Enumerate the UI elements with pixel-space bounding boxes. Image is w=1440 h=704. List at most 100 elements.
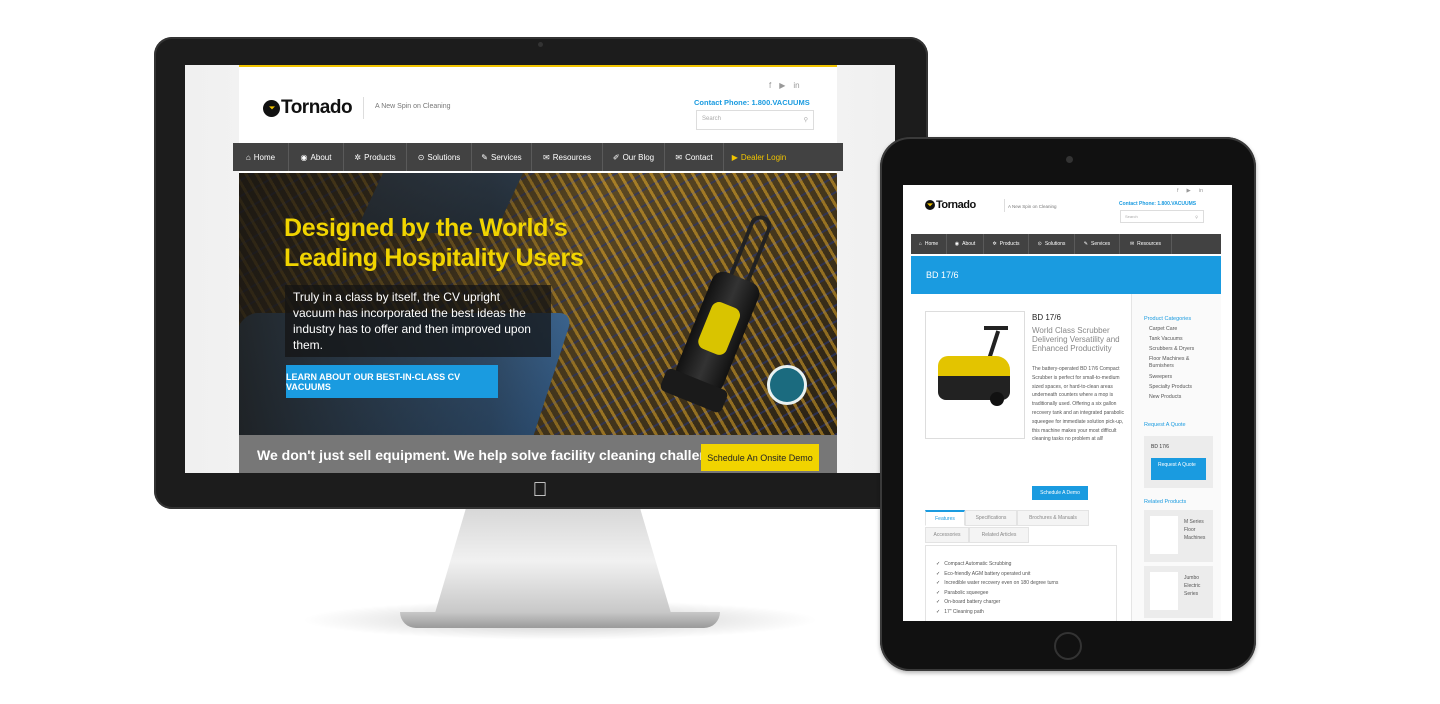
home-icon: ⌂ bbox=[918, 241, 922, 247]
nav-item-resources[interactable]: ✉ Resources bbox=[532, 143, 603, 171]
logo-text: Tornado bbox=[936, 199, 976, 211]
list-item: ✓ Incredible water recovery even on 180 d… bbox=[936, 579, 1116, 589]
category-sweepers[interactable]: Sweepers bbox=[1149, 374, 1172, 381]
nav-item-products[interactable]: ✲ Products bbox=[984, 234, 1029, 254]
header-divider bbox=[1004, 199, 1005, 212]
nav-item-about[interactable]: ◉ About bbox=[289, 143, 344, 171]
nav-item-dealer-login[interactable]: ▶ Dealer Login bbox=[724, 143, 794, 171]
related-product-card[interactable]: M Series Floor Machines bbox=[1144, 510, 1213, 562]
category-specialty-products[interactable]: Specialty Products bbox=[1149, 384, 1192, 391]
tab-features[interactable]: Features bbox=[925, 510, 965, 526]
product-main: BD 17/6 World Class Scrubber Delivering … bbox=[911, 294, 1131, 621]
related-product-title: Jumbo Electric Series bbox=[1184, 575, 1201, 597]
site-logo[interactable]: Tornado bbox=[263, 97, 353, 119]
facebook-icon[interactable]: f bbox=[1177, 188, 1179, 194]
hero-banner: Designed by the World’s Leading Hospital… bbox=[239, 173, 837, 435]
logo-text: Tornado bbox=[281, 97, 353, 118]
feature-text: On-board battery charger bbox=[944, 599, 1001, 606]
site-tagline: A New Spin on Cleaning bbox=[375, 103, 451, 110]
nav-item-services[interactable]: ✎ Services bbox=[472, 143, 532, 171]
related-product-image bbox=[1150, 516, 1178, 554]
desktop-website: Tornado A New Spin on Cleaning f ▶ in Cont… bbox=[233, 65, 843, 473]
nav-item-resources[interactable]: ✉ Resources bbox=[1120, 234, 1172, 254]
wrench-icon: ✎ bbox=[481, 152, 488, 162]
nav-label: Our Blog bbox=[622, 152, 655, 162]
tornado-logo-icon bbox=[925, 200, 935, 210]
ipad-screen: Tornado A New Spin on Cleaning f ▶ in Cont… bbox=[903, 185, 1232, 621]
envelope-icon: ✉ bbox=[675, 152, 683, 162]
site-logo[interactable]: Tornado bbox=[925, 199, 976, 211]
category-burnishers[interactable]: Burnishers bbox=[1149, 363, 1174, 370]
search-icon[interactable]: ⚲ bbox=[1195, 214, 1198, 219]
contact-phone[interactable]: Contact Phone: 1.800.VACUUMS bbox=[694, 98, 810, 107]
category-new-products[interactable]: New Products bbox=[1149, 394, 1181, 401]
schedule-onsite-demo-button[interactable]: Schedule An Onsite Demo bbox=[701, 444, 819, 471]
nav-label: Dealer Login bbox=[740, 152, 787, 162]
tab-related-articles[interactable]: Related Articles bbox=[969, 527, 1029, 543]
nav-label: Home bbox=[253, 152, 276, 162]
category-tank-vacuums[interactable]: Tank Vacuums bbox=[1149, 336, 1183, 343]
learn-cv-vacuums-button[interactable]: LEARN ABOUT OUR BEST-IN-CLASS CV VACUUMS bbox=[286, 365, 498, 398]
linkedin-icon[interactable]: in bbox=[793, 81, 799, 90]
leaf-icon: ✉ bbox=[543, 152, 550, 162]
check-icon: ✓ bbox=[936, 589, 941, 596]
social-links: f ▶ in bbox=[761, 81, 800, 90]
facebook-icon[interactable]: f bbox=[769, 81, 771, 90]
list-item: ✓ Compact Automatic Scrubbing bbox=[936, 560, 1116, 570]
search-placeholder: Search bbox=[1125, 214, 1138, 219]
nav-label: About bbox=[962, 241, 976, 247]
list-item: ✓ 17" Cleaning path bbox=[936, 608, 1116, 618]
nav-item-contact[interactable]: ✉ Contact bbox=[665, 143, 724, 171]
imac-base bbox=[400, 612, 720, 628]
youtube-icon[interactable]: ▶ bbox=[779, 81, 785, 90]
imac-camera bbox=[538, 42, 543, 47]
nav-item-solutions[interactable]: ⊙ Solutions bbox=[407, 143, 472, 171]
nav-label: Products bbox=[999, 241, 1020, 247]
feature-text: Incredible water recovery even on 180 de… bbox=[944, 580, 1059, 587]
nav-label: Home bbox=[924, 241, 939, 247]
nav-item-services[interactable]: ✎ Services bbox=[1075, 234, 1120, 254]
features-panel: ✓ Compact Automatic Scrubbing ✓ Eco-friend… bbox=[925, 545, 1117, 621]
nav-label: Resources bbox=[1137, 241, 1162, 247]
youtube-icon[interactable]: ▶ bbox=[1187, 188, 1191, 194]
pencil-icon: ✐ bbox=[612, 152, 620, 162]
page-title-banner: BD 17/6 bbox=[911, 256, 1221, 294]
contact-phone[interactable]: Contact Phone: 1.800.VACUUMS bbox=[1119, 201, 1196, 207]
nav-item-our-blog[interactable]: ✐ Our Blog bbox=[603, 143, 665, 171]
list-item: ✓ Eco-friendly AGM battery operated unit bbox=[936, 570, 1116, 580]
tab-brochures-manuals[interactable]: Brochures & Manuals bbox=[1017, 510, 1089, 526]
certification-seal-icon bbox=[767, 365, 807, 405]
nav-item-home[interactable]: ⌂ Home bbox=[911, 234, 947, 254]
ipad-home-button bbox=[1054, 632, 1082, 660]
search-input[interactable]: Search ⚲ bbox=[1120, 210, 1204, 223]
nav-item-about[interactable]: ◉ About bbox=[947, 234, 984, 254]
nav-item-products[interactable]: ✲ Products bbox=[344, 143, 407, 171]
site-tagline: A New Spin on Cleaning bbox=[1008, 204, 1057, 209]
home-icon: ⌂ bbox=[245, 152, 251, 162]
feature-text: Parabolic squeegee bbox=[944, 589, 989, 596]
gear-icon: ✲ bbox=[354, 152, 362, 162]
nav-item-solutions[interactable]: ⊙ Solutions bbox=[1029, 234, 1075, 254]
category-carpet-care[interactable]: Carpet Care bbox=[1149, 326, 1177, 333]
search-input[interactable]: Search ⚲ bbox=[696, 110, 814, 130]
nav-label: Services bbox=[491, 152, 522, 162]
leaf-icon: ✉ bbox=[1129, 241, 1135, 247]
list-item: ✓ Parabolic squeegee bbox=[936, 589, 1116, 599]
tornado-logo-icon bbox=[263, 99, 280, 117]
tab-accessories[interactable]: Accessories bbox=[925, 527, 969, 543]
related-product-title: M Series Floor Machines bbox=[1184, 519, 1206, 541]
request-quote-button[interactable]: Request A Quote bbox=[1151, 458, 1206, 480]
list-item: ✓ On-board battery charger bbox=[936, 598, 1116, 608]
product-description: The battery-operated BD 17/6 Compact Scr… bbox=[1032, 366, 1125, 443]
play-icon: ▶ bbox=[731, 152, 738, 162]
check-icon: ✓ bbox=[936, 599, 941, 606]
schedule-demo-button[interactable]: Schedule A Demo bbox=[1032, 486, 1088, 500]
cta-band-text: We don't just sell equipment. We help so… bbox=[257, 447, 736, 463]
product-subtitle: World Class Scrubber Delivering Versatil… bbox=[1032, 326, 1120, 353]
linkedin-icon[interactable]: in bbox=[1199, 188, 1203, 194]
tab-specifications[interactable]: Specifications bbox=[965, 510, 1017, 526]
nav-item-home[interactable]: ⌂ Home bbox=[233, 143, 289, 171]
search-icon[interactable]: ⚲ bbox=[804, 117, 808, 124]
related-product-card[interactable]: Jumbo Electric Series bbox=[1144, 566, 1213, 618]
category-scrubbers-dryers[interactable]: Scrubbers & Dryers bbox=[1149, 346, 1194, 353]
